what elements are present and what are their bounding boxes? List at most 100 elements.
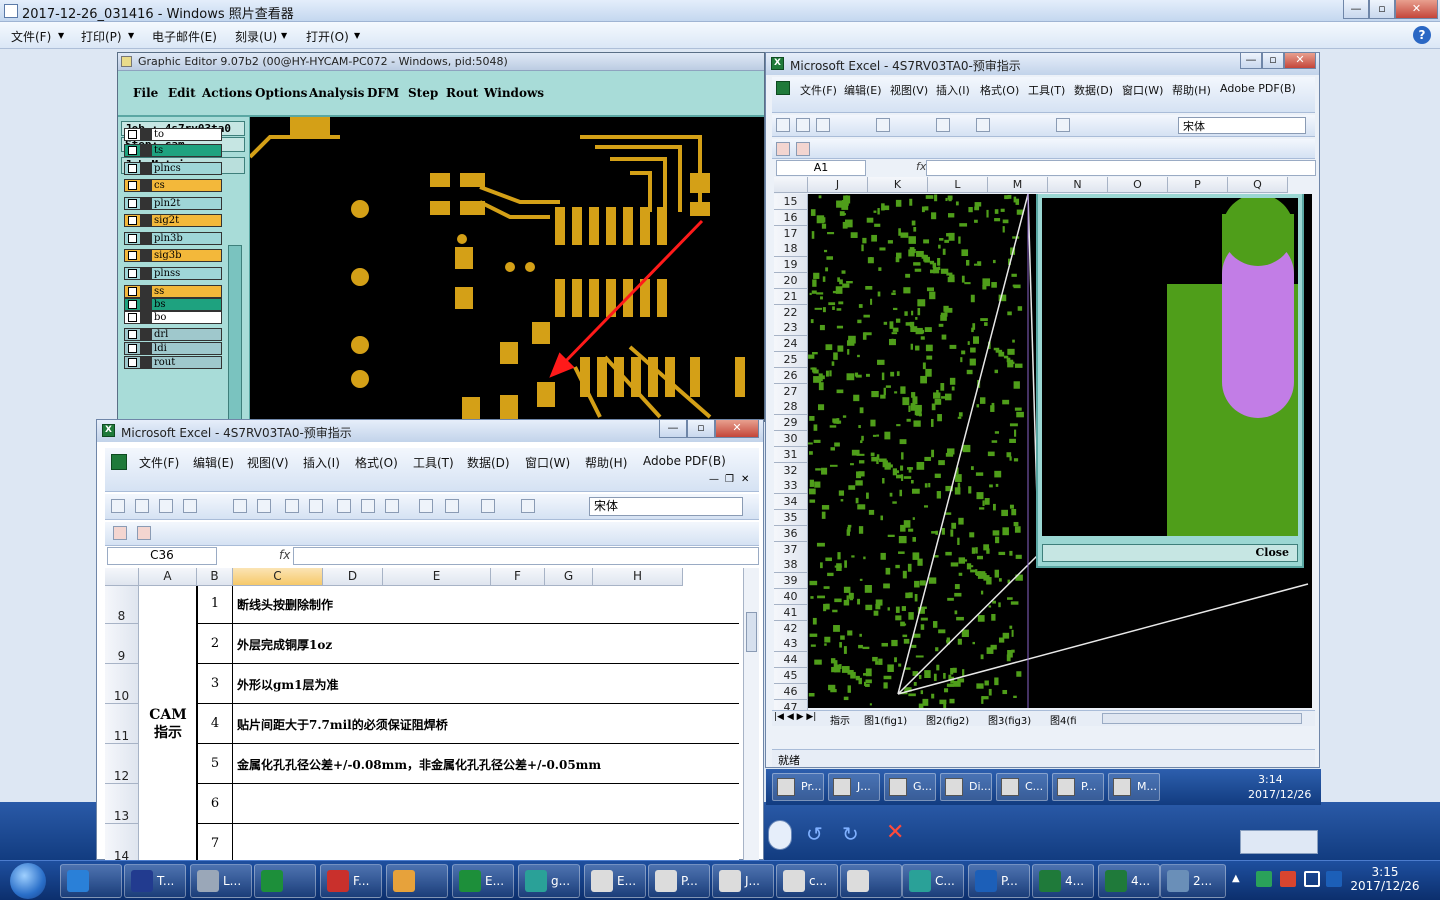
layer-row-ts[interactable]: ts bbox=[124, 144, 222, 157]
menu-format[interactable]: 格式(O) bbox=[980, 82, 1019, 98]
column-header-H[interactable]: H bbox=[593, 568, 683, 586]
ge-menu-file[interactable]: File bbox=[133, 86, 158, 100]
layer-checkbox[interactable] bbox=[128, 146, 137, 155]
menu-insert[interactable]: 插入(I) bbox=[303, 454, 340, 471]
formula-bar[interactable] bbox=[293, 547, 759, 565]
name-box[interactable]: A1 bbox=[776, 160, 866, 176]
row-header-37[interactable]: 37 bbox=[774, 541, 808, 558]
ge-menu-actions[interactable]: Actions bbox=[202, 86, 252, 100]
ge-menu-step[interactable]: Step bbox=[408, 86, 438, 100]
layer-row-plncs[interactable]: plncs bbox=[124, 162, 222, 175]
taskbar-item-16[interactable]: 4... bbox=[1098, 864, 1160, 898]
cut-icon[interactable] bbox=[337, 499, 351, 513]
layer-row-sig2t[interactable]: sig2t bbox=[124, 214, 222, 227]
layer-row-pln2t[interactable]: pln2t bbox=[124, 197, 222, 210]
ge-menu-analysis[interactable]: Analysis bbox=[309, 86, 364, 100]
maximize-button[interactable]: ▫ bbox=[1262, 53, 1284, 69]
menu-data[interactable]: 数据(D) bbox=[467, 454, 510, 471]
row-header-22[interactable]: 22 bbox=[774, 304, 808, 321]
cut-icon[interactable] bbox=[936, 118, 950, 132]
row-header-35[interactable]: 35 bbox=[774, 510, 808, 526]
layer-checkbox[interactable] bbox=[128, 358, 137, 367]
open-icon[interactable] bbox=[135, 499, 149, 513]
menu-edit[interactable]: 编辑(E) bbox=[844, 82, 882, 98]
new-icon[interactable] bbox=[111, 499, 125, 513]
taskbar-item-14[interactable]: P... bbox=[968, 864, 1030, 898]
formula-bar[interactable] bbox=[926, 160, 1316, 176]
worksheet-grid[interactable]: 8 9 10 11 12 13 14 CAM 指示 1 断线头按删除制作 2 外层完成铜厚1oz 3… bbox=[105, 586, 739, 861]
menu-open[interactable]: 打开(O) bbox=[306, 28, 349, 45]
layer-checkbox[interactable] bbox=[128, 199, 137, 208]
taskbar-item-4[interactable]: F... bbox=[320, 864, 382, 898]
row-header-41[interactable]: 41 bbox=[774, 604, 808, 621]
ge-menu-dfm[interactable]: DFM bbox=[367, 86, 399, 100]
row-header-18[interactable]: 18 bbox=[774, 241, 808, 258]
taskbar-item-3[interactable] bbox=[254, 864, 316, 898]
column-header-G[interactable]: G bbox=[545, 568, 593, 586]
layer-scrollbar[interactable] bbox=[228, 245, 242, 421]
menu-format[interactable]: 格式(O) bbox=[355, 454, 398, 471]
cam-close-button[interactable]: Close bbox=[1042, 544, 1298, 562]
menu-print[interactable]: 打印(P) bbox=[81, 28, 122, 45]
print-icon[interactable] bbox=[233, 499, 247, 513]
layer-checkbox[interactable] bbox=[128, 130, 137, 139]
row-header-15[interactable]: 15 bbox=[774, 194, 808, 210]
pdf-icon[interactable] bbox=[796, 142, 810, 156]
hyperlink-icon[interactable] bbox=[521, 499, 535, 513]
font-name-select[interactable]: 宋体 bbox=[1178, 117, 1306, 134]
row-header-9[interactable]: 9 bbox=[105, 624, 139, 664]
layer-row-sig3b[interactable]: sig3b bbox=[124, 249, 222, 262]
menu-file[interactable]: 文件(F) bbox=[139, 454, 179, 471]
embedded-pcb-image[interactable]: Close bbox=[808, 194, 1312, 708]
spelling-icon[interactable] bbox=[285, 499, 299, 513]
show-hidden-icons[interactable]: ▲ bbox=[1232, 873, 1240, 884]
close-button[interactable]: ✕ bbox=[1284, 53, 1316, 69]
paste-icon[interactable] bbox=[385, 499, 399, 513]
layer-row-ss[interactable]: ss bbox=[124, 285, 222, 298]
row-header-13[interactable]: 13 bbox=[105, 784, 139, 824]
ge-menu-edit[interactable]: Edit bbox=[168, 86, 196, 100]
sheet-tab-fig2[interactable]: 图2(fig2) bbox=[926, 712, 969, 727]
open-icon[interactable] bbox=[796, 118, 810, 132]
column-header-E[interactable]: E bbox=[383, 568, 491, 586]
layer-row-cs[interactable]: cs bbox=[124, 179, 222, 192]
format-painter-icon[interactable] bbox=[419, 499, 433, 513]
save-icon[interactable] bbox=[816, 118, 830, 132]
sheet-tab-fig4[interactable]: 图4(fi bbox=[1050, 712, 1077, 727]
menu-adobe-pdf[interactable]: Adobe PDF(B) bbox=[1220, 82, 1296, 95]
table-row[interactable] bbox=[197, 784, 739, 824]
workbook-restore-icon[interactable]: ❐ bbox=[725, 474, 734, 485]
mini-task-6[interactable]: M... bbox=[1108, 773, 1160, 801]
row-header-40[interactable]: 40 bbox=[774, 589, 808, 605]
row-header-16[interactable]: 16 bbox=[774, 209, 808, 226]
ge-menu-options[interactable]: Options bbox=[255, 86, 307, 100]
column-header-C[interactable]: C bbox=[233, 568, 323, 586]
mini-task-3[interactable]: Di... bbox=[940, 773, 992, 801]
mini-task-2[interactable]: G... bbox=[884, 773, 936, 801]
row-header-20[interactable]: 20 bbox=[774, 273, 808, 289]
row-header-26[interactable]: 26 bbox=[774, 367, 808, 384]
start-button[interactable] bbox=[2, 860, 54, 900]
row-header-31[interactable]: 31 bbox=[774, 446, 808, 463]
rotate-right-icon[interactable]: ↻ bbox=[842, 822, 859, 846]
menu-window[interactable]: 窗口(W) bbox=[525, 454, 570, 471]
close-button[interactable]: ✕ bbox=[1395, 0, 1438, 19]
row-header-19[interactable]: 19 bbox=[774, 257, 808, 274]
row-header-24[interactable]: 24 bbox=[774, 336, 808, 353]
column-header-J[interactable]: J bbox=[808, 177, 868, 193]
menu-tools[interactable]: 工具(T) bbox=[413, 454, 454, 471]
redo-icon[interactable] bbox=[481, 499, 495, 513]
pdf-icon[interactable] bbox=[137, 526, 151, 540]
row-header-17[interactable]: 17 bbox=[774, 225, 808, 242]
ge-menu-rout[interactable]: Rout bbox=[446, 86, 478, 100]
menu-file[interactable]: 文件(F) bbox=[800, 82, 837, 98]
rotate-left-icon[interactable]: ↺ bbox=[806, 822, 823, 846]
layer-checkbox[interactable] bbox=[128, 330, 137, 339]
layer-checkbox[interactable] bbox=[128, 216, 137, 225]
row-header-45[interactable]: 45 bbox=[774, 668, 808, 684]
layer-row-pln3b[interactable]: pln3b bbox=[124, 232, 222, 245]
layer-checkbox[interactable] bbox=[128, 234, 137, 243]
select-all-corner[interactable] bbox=[105, 568, 139, 586]
layer-checkbox[interactable] bbox=[128, 300, 137, 309]
tray-icon[interactable] bbox=[1280, 871, 1296, 887]
